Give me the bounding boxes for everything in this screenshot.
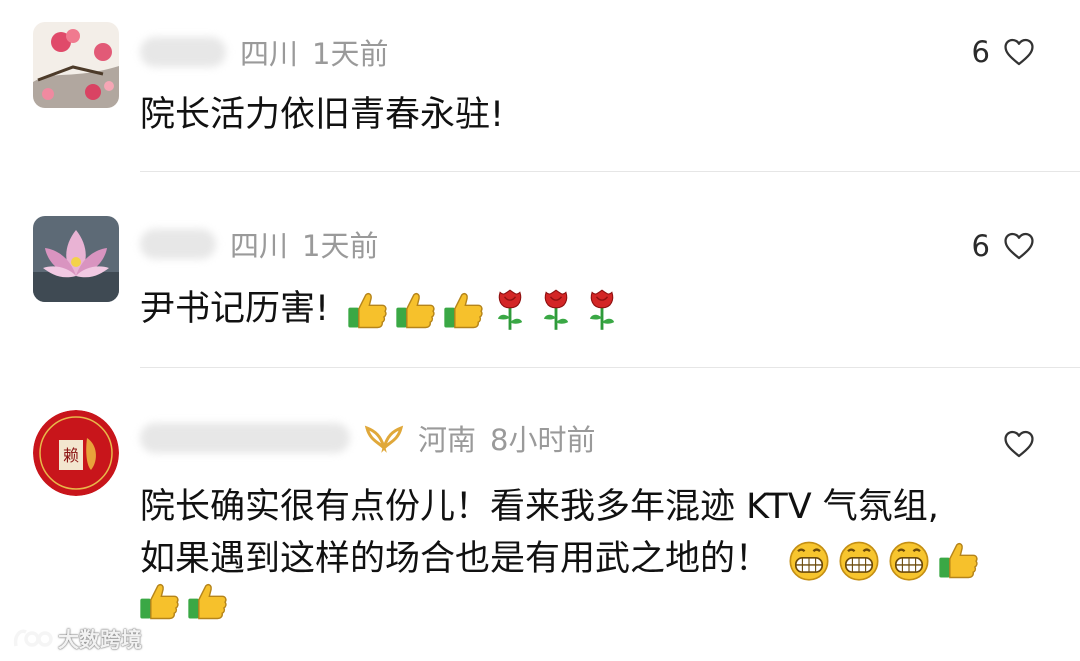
heart-icon: [1002, 427, 1036, 461]
time-label: 1天前: [302, 229, 379, 263]
like-count: 6: [971, 229, 990, 263]
thumbs-up-icon: [394, 289, 436, 331]
avatar[interactable]: [33, 22, 119, 108]
like-button[interactable]: [1002, 424, 1036, 464]
comment-meta: 河南 8小时前: [140, 418, 595, 458]
thumbs-up-icon: [186, 580, 228, 622]
region-label: 四川: [230, 229, 289, 263]
comment-text-line-2-row: 如果遇到这样的场合也是有用武之地的！: [140, 530, 979, 582]
comment-meta: 四川 1天前: [140, 32, 388, 72]
region-label: 四川: [240, 37, 299, 71]
grin-icon: [787, 538, 831, 582]
watermark-logo-icon: [13, 629, 53, 647]
grin-icon: [837, 538, 881, 582]
gold-wing-badge-icon: [364, 425, 404, 453]
thumbs-up-icon: [346, 289, 388, 331]
watermark: 大数跨境: [12, 624, 142, 654]
time-label: 8小时前: [490, 423, 596, 457]
rose-icon: [536, 288, 576, 332]
avatar[interactable]: [33, 216, 119, 302]
rose-icon: [582, 288, 622, 332]
comment-text-line-3-row: [138, 580, 228, 622]
comment-item-1: 四川 1天前 6 院长活力依旧青春永驻!: [0, 0, 1080, 172]
peach-blossom-avatar-icon: [33, 22, 119, 108]
username-redacted: [140, 229, 216, 259]
red-seal-avatar-icon: 赖: [33, 410, 119, 496]
username-redacted: [140, 37, 226, 67]
thumbs-up-icon: [138, 580, 180, 622]
thumbs-up-icon: [442, 289, 484, 331]
comment-text: 院长活力依旧青春永驻!: [140, 95, 505, 135]
avatar[interactable]: 赖: [33, 410, 119, 496]
rose-icon: [490, 288, 530, 332]
heart-icon: [1002, 229, 1036, 263]
comment-text-line-1: 院长确实很有点份儿！看来我多年混迹 KTV 气氛组,: [140, 487, 939, 527]
grin-icon: [887, 538, 931, 582]
comment-item-2: 四川 1天前 6 尹书记历害!: [0, 172, 1080, 368]
lotus-avatar-icon: [33, 216, 119, 302]
comment-text: 尹书记历害!: [140, 289, 330, 329]
comment-text-row: 尹书记历害!: [140, 280, 622, 332]
comment-meta: 四川 1天前: [140, 224, 378, 264]
like-count: 6: [971, 35, 990, 69]
watermark-text: 大数跨境: [58, 628, 142, 652]
like-button[interactable]: 6: [972, 32, 1036, 72]
comment-text-line-2: 如果遇到这样的场合也是有用武之地的！: [140, 539, 771, 579]
like-button[interactable]: 6: [972, 226, 1036, 266]
username-redacted: [140, 423, 350, 453]
svg-text:赖: 赖: [63, 446, 79, 465]
region-label: 河南: [418, 423, 477, 457]
time-label: 1天前: [312, 37, 389, 71]
heart-icon: [1002, 35, 1036, 69]
thumbs-up-icon: [937, 539, 979, 581]
comment-item-3: 赖 河南 8小时前 院长确实很有点份儿！看来我多年混迹 KTV 气氛组, 如果遇…: [0, 368, 1080, 661]
